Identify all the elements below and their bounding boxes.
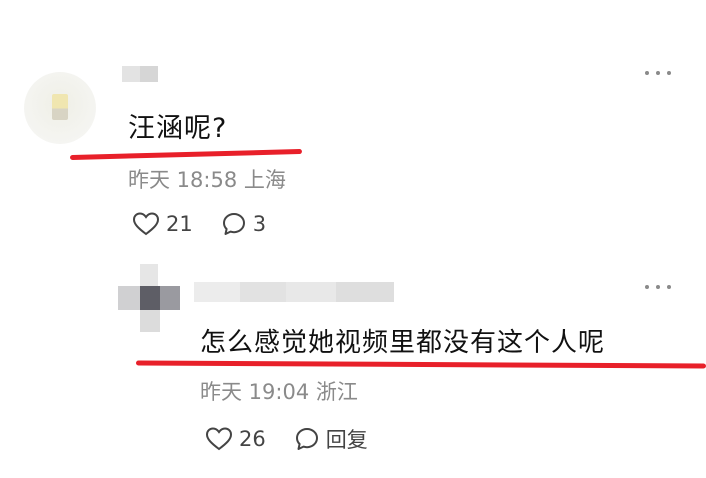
highlight-underline <box>135 360 706 369</box>
reply-meta: 昨天 19:04 浙江 <box>200 376 358 406</box>
like-button[interactable]: 26 <box>205 426 266 452</box>
heart-outline-icon <box>205 427 233 451</box>
like-count: 26 <box>239 427 266 451</box>
reply-label: 回复 <box>325 428 368 452</box>
speech-bubble-icon <box>295 428 318 450</box>
reply-time: 昨天 19:04 <box>200 380 310 404</box>
reply-location: 浙江 <box>315 380 358 404</box>
username-blurred[interactable] <box>194 282 394 302</box>
more-options-icon[interactable] <box>645 285 671 289</box>
like-button[interactable]: 21 <box>132 211 193 237</box>
like-count: 21 <box>166 212 193 236</box>
more-options-icon[interactable] <box>645 71 671 75</box>
reply-count: 3 <box>252 212 267 236</box>
comment-time: 昨天 18:58 <box>128 168 238 192</box>
comment-location: 上海 <box>243 168 286 192</box>
reply-button[interactable]: 3 <box>221 211 266 237</box>
username-blurred[interactable] <box>122 66 158 82</box>
reply-text: 怎么感觉她视频里都没有这个人呢 <box>200 328 606 358</box>
comment-text: 汪涵呢? <box>128 113 228 144</box>
comment-actions: 21 3 <box>132 211 266 237</box>
avatar[interactable] <box>24 72 96 144</box>
speech-bubble-icon <box>222 213 245 235</box>
reply-button[interactable]: 回复 <box>294 424 368 454</box>
highlight-underline <box>69 148 303 161</box>
avatar-image <box>52 94 68 120</box>
comment-meta: 昨天 18:58 上海 <box>128 164 286 194</box>
avatar[interactable] <box>118 264 182 336</box>
reply-actions: 26 回复 <box>205 424 368 454</box>
heart-outline-icon <box>132 212 160 236</box>
